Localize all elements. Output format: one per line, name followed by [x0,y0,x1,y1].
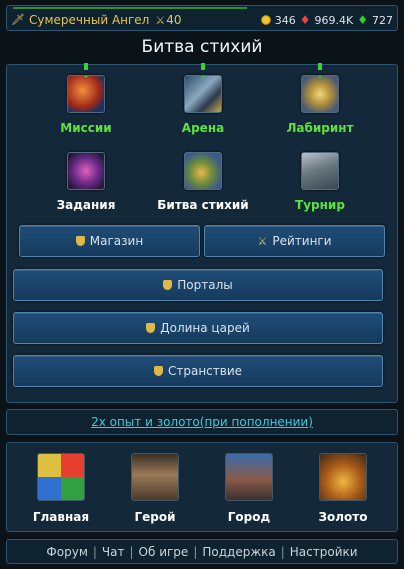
new-arrow-icon [79,76,93,78]
ruby-icon: ♦ [299,13,311,27]
menu-item-label: Битва стихий [157,198,249,212]
page-title: Битва стихий [141,37,263,57]
shop-button[interactable]: Магазин [19,225,200,257]
menu-item-label: Турнир [295,198,345,212]
tournament-icon [301,152,339,190]
home-icon [37,453,85,501]
footer-link-forum[interactable]: Форум [46,545,87,559]
shield-icon [163,280,173,290]
nav-city[interactable]: Город [209,453,289,524]
promo-link[interactable]: 2x опыт и золото(при пополнении) [91,415,313,429]
menu-item-label: Лабиринт [286,121,354,135]
footer-link-settings[interactable]: Настройки [290,545,358,559]
experience-bar [13,7,247,9]
kings-valley-button[interactable]: Долина царей [13,312,383,344]
sword-icon: 🗡 [11,13,25,26]
ruby-amount: 969.4K [314,13,354,27]
footer-link-about[interactable]: Об игре [139,545,189,559]
nav-gold[interactable]: Золото [303,453,383,524]
footer-links: Форум | Чат | Об игре | Поддержка | Наст… [6,539,398,564]
menu-item-quests[interactable]: Задания [31,152,141,212]
level-icon: ⚔ [155,13,166,27]
gold-chest-icon [319,453,367,501]
promo-banner: 2x опыт и золото(при пополнении) [6,409,398,435]
emerald-icon: ♦ [357,13,368,27]
nav-hero[interactable]: Герой [115,453,195,524]
menu-item-elements-battle[interactable]: Битва стихий [148,152,258,212]
menu-item-label: Задания [56,198,116,212]
gold-amount: 346 [274,13,296,27]
quests-icon [67,152,105,190]
shield-icon [146,323,156,333]
portals-button[interactable]: Порталы [13,269,383,301]
crossed-swords-icon: ⚔ [257,234,268,248]
menu-item-label: Миссии [60,121,112,135]
new-arrow-icon [313,76,327,78]
status-bar: 🗡 Сумеречный Ангел ⚔ 40 346 ♦ 969.4K ♦ 7… [6,5,398,31]
missions-icon [67,75,105,113]
shield-icon [75,236,85,246]
separator: | [280,544,285,559]
menu-item-labyrinth[interactable]: Лабиринт [265,63,375,135]
gold-coin-icon [260,15,271,25]
shield-icon [153,366,163,376]
ratings-button[interactable]: ⚔ Рейтинги [204,225,385,257]
menu-item-label: Арена [181,121,225,135]
menu-item-missions[interactable]: Миссии [31,63,141,135]
player-name[interactable]: Сумеречный Ангел [29,13,149,27]
hero-icon [131,453,179,501]
player-level: 40 [166,13,182,27]
separator: | [193,544,198,559]
new-arrow-icon [196,76,210,78]
city-icon [225,453,273,501]
menu-item-tournament[interactable]: Турнир [265,152,375,212]
labyrinth-icon [301,75,339,113]
nav-home[interactable]: Главная [21,453,101,524]
elements-battle-icon [184,152,222,190]
separator: | [129,544,134,559]
bottom-navigation: Главная Герой Город Золото [6,442,398,532]
separator: | [92,544,97,559]
main-menu-panel: Миссии Арена Лабиринт Задания Битва стих… [6,63,398,403]
wandering-button[interactable]: Странствие [13,355,383,387]
footer-link-support[interactable]: Поддержка [202,545,275,559]
menu-item-arena[interactable]: Арена [148,63,258,135]
emerald-amount: 727 [372,13,393,27]
footer-link-chat[interactable]: Чат [102,545,125,559]
arena-icon [184,75,222,113]
